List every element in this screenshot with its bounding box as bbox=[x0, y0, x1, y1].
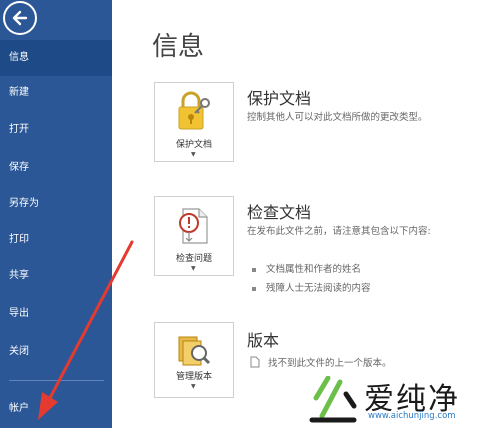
nav-item-share[interactable]: 共享 bbox=[0, 258, 112, 294]
manage-versions-button[interactable]: 管理版本 ▼ bbox=[154, 322, 234, 398]
chevron-down-icon: ▼ bbox=[191, 383, 196, 390]
nav-item-save[interactable]: 保存 bbox=[0, 150, 112, 186]
nav-separator bbox=[9, 380, 104, 381]
bullet-text: 残障人士无法阅读的内容 bbox=[266, 283, 371, 294]
inspect-document-icon bbox=[179, 208, 208, 244]
versions-section-title: 版本 bbox=[247, 331, 280, 350]
protect-section-title: 保护文档 bbox=[247, 89, 312, 108]
back-arrow-icon bbox=[12, 10, 28, 26]
watermark-url: www.aichunjing.com bbox=[368, 411, 456, 421]
watermark-logo-icon bbox=[309, 376, 357, 423]
nav-item-info[interactable]: 信息 bbox=[0, 40, 112, 76]
back-button[interactable] bbox=[3, 1, 37, 35]
manage-versions-icon bbox=[178, 336, 211, 366]
protect-document-button[interactable]: 保护文档 ▼ bbox=[154, 82, 234, 162]
bullet-text: 文档属性和作者的姓名 bbox=[266, 264, 362, 275]
nav-item-save-as[interactable]: 另存为 bbox=[0, 186, 112, 222]
nav-item-print[interactable]: 打印 bbox=[0, 222, 112, 258]
protect-section-description: 控制其他人可以对此文档所做的更改类型。 bbox=[247, 112, 428, 123]
page-title: 信息 bbox=[152, 32, 205, 62]
bullet-icon bbox=[252, 267, 256, 272]
protect-document-button-label: 保护文档 bbox=[175, 140, 212, 150]
watermark: 爱纯净 www.aichunjing.com bbox=[308, 374, 494, 426]
inspect-section-description: 在发布此文件之前，请注意其包含以下内容: bbox=[247, 226, 431, 237]
nav-item-close[interactable]: 关闭 bbox=[0, 334, 112, 370]
inspect-issues-button[interactable]: 检查问题 ▼ bbox=[154, 196, 234, 276]
chevron-down-icon: ▼ bbox=[191, 265, 196, 272]
chevron-down-icon: ▼ bbox=[191, 151, 196, 158]
nav-item-new[interactable]: 新建 bbox=[0, 75, 112, 111]
nav-item-account[interactable]: 帐户 bbox=[0, 391, 112, 427]
versions-note: 找不到此文件的上一个版本。 bbox=[250, 355, 392, 371]
inspect-section-title: 检查文档 bbox=[247, 203, 312, 222]
nav-item-open[interactable]: 打开 bbox=[0, 112, 112, 148]
list-item: 文档属性和作者的姓名 bbox=[252, 261, 361, 275]
bullet-icon bbox=[252, 286, 256, 291]
document-icon bbox=[250, 356, 260, 371]
list-item: 残障人士无法阅读的内容 bbox=[252, 280, 371, 294]
lock-key-icon bbox=[178, 91, 210, 130]
backstage-sidebar: 信息 新建 打开 保存 另存为 打印 共享 导出 关闭 帐户 bbox=[0, 0, 112, 428]
nav-item-export[interactable]: 导出 bbox=[0, 296, 112, 332]
manage-versions-button-label: 管理版本 bbox=[175, 372, 212, 382]
inspect-issues-button-label: 检查问题 bbox=[175, 254, 212, 264]
versions-note-text: 找不到此文件的上一个版本。 bbox=[268, 358, 392, 369]
